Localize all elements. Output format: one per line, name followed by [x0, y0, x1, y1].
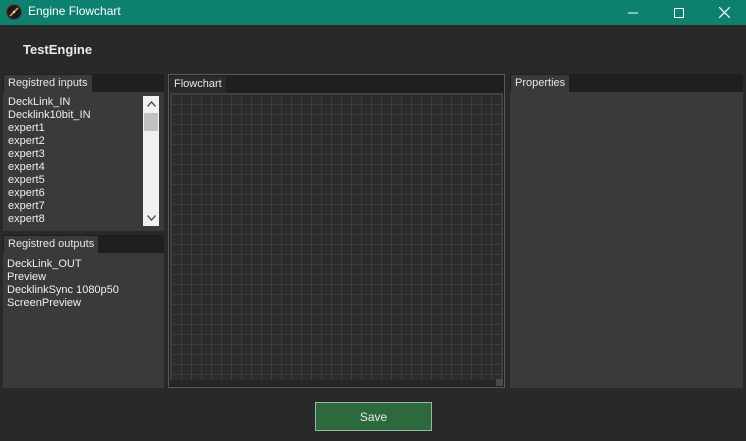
list-item[interactable]: Decklink10bit_IN: [8, 109, 91, 122]
flowchart-canvas[interactable]: [170, 93, 503, 386]
properties-panel-header: Properties: [510, 74, 743, 92]
engine-name-label: TestEngine: [23, 42, 93, 57]
list-item[interactable]: expert2: [8, 135, 91, 148]
list-item[interactable]: DeckLink_IN: [8, 96, 91, 109]
list-item[interactable]: DeckLink_OUT: [7, 258, 119, 271]
list-item[interactable]: Preview: [7, 271, 119, 284]
minimize-button[interactable]: [610, 0, 656, 25]
close-icon: [718, 7, 730, 18]
window-title: Engine Flowchart: [28, 4, 121, 18]
close-button[interactable]: [702, 0, 746, 25]
list-item[interactable]: expert8: [8, 213, 91, 226]
flowchart-horizontal-scrollbar[interactable]: [170, 380, 503, 386]
list-item[interactable]: ScreenPreview: [7, 297, 119, 310]
outputs-list[interactable]: DeckLink_OUT Preview DecklinkSync 1080p5…: [7, 258, 119, 310]
inputs-panel-title: Registred inputs: [4, 75, 92, 92]
save-button[interactable]: Save: [315, 402, 432, 431]
outputs-panel-title: Registred outputs: [4, 236, 99, 253]
minimize-icon: [628, 12, 638, 13]
scroll-up-button[interactable]: [143, 96, 159, 112]
list-item[interactable]: expert6: [8, 187, 91, 200]
list-item[interactable]: expert5: [8, 174, 91, 187]
inputs-panel-header: Registred inputs: [3, 74, 164, 92]
list-item[interactable]: expert1: [8, 122, 91, 135]
list-item[interactable]: expert3: [8, 148, 91, 161]
resize-grip-icon[interactable]: [496, 379, 503, 386]
flowchart-panel-title: Flowchart: [170, 76, 226, 93]
compass-icon: [6, 4, 22, 20]
list-item[interactable]: expert7: [8, 200, 91, 213]
flowchart-panel-header: Flowchart: [169, 75, 504, 93]
chevron-up-icon: [146, 101, 156, 107]
list-item[interactable]: DecklinkSync 1080p50: [7, 284, 119, 297]
chevron-down-icon: [146, 215, 156, 221]
outputs-panel: Registred outputs DeckLink_OUT Preview D…: [3, 235, 164, 388]
scroll-down-button[interactable]: [143, 210, 159, 226]
scrollbar-thumb[interactable]: [144, 113, 158, 131]
list-item[interactable]: expert4: [8, 161, 91, 174]
maximize-button[interactable]: [656, 0, 702, 25]
inputs-list[interactable]: DeckLink_IN Decklink10bit_IN expert1 exp…: [4, 94, 162, 229]
maximize-icon: [674, 7, 684, 18]
inputs-scrollbar[interactable]: [143, 96, 159, 226]
outputs-panel-header: Registred outputs: [3, 235, 164, 253]
inputs-panel: Registred inputs DeckLink_IN Decklink10b…: [3, 74, 164, 231]
properties-panel-title: Properties: [511, 75, 570, 92]
title-bar[interactable]: Engine Flowchart: [0, 0, 746, 25]
flowchart-panel: Flowchart: [168, 74, 505, 388]
properties-panel: Properties: [510, 74, 743, 388]
